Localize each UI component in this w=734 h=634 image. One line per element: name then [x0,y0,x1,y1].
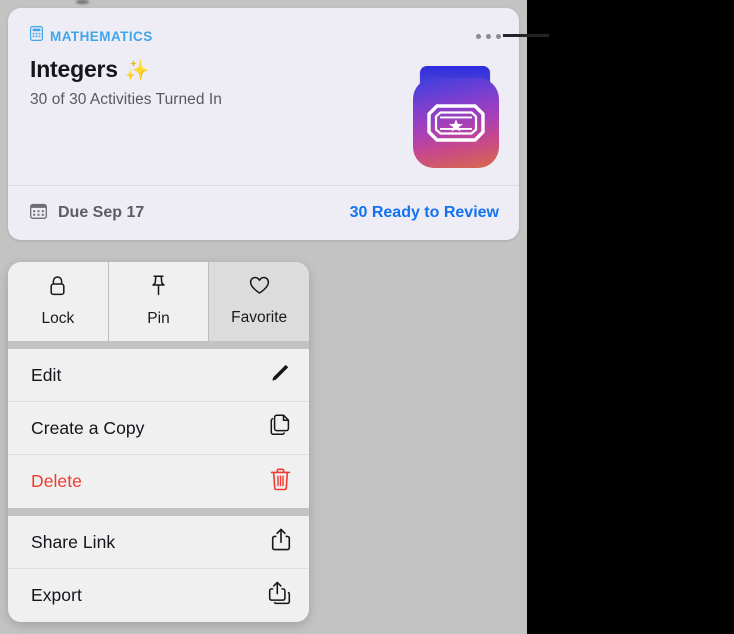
menu-item-create-a-copy[interactable]: Create a Copy [8,402,309,455]
lock-icon [49,275,66,301]
export-icon [268,581,291,610]
assignment-card-body: MATHEMATICS Integers ✨ 30 of 30 Activiti… [8,8,519,185]
ready-to-review-link[interactable]: 30 Ready to Review [350,204,499,222]
clipped-artifact [76,0,89,4]
subject-label: MATHEMATICS [50,28,153,44]
screen: MATHEMATICS Integers ✨ 30 of 30 Activiti… [0,0,734,634]
due-group: Due Sep 17 [30,203,144,224]
quick-actions-row: Lock Pin Favorite [8,262,309,341]
subject-row: MATHEMATICS [30,26,501,46]
context-menu: Lock Pin Favorite Edit Create a Copy Del… [8,262,309,622]
calendar-icon [30,203,47,224]
pencil-icon [269,362,291,389]
ticket-star-app-icon [409,66,501,168]
action-lock-label: Lock [41,310,75,327]
menu-item-edit-label: Edit [31,364,62,385]
due-date-label: Due Sep 17 [58,204,145,221]
action-favorite-label: Favorite [231,309,288,326]
menu-item-edit[interactable]: Edit [8,349,309,402]
menu-group-share: Share Link Export [8,516,309,622]
ellipsis-icon[interactable] [476,34,501,39]
action-pin-label: Pin [147,310,170,327]
menu-item-create-a-copy-label: Create a Copy [31,417,145,438]
action-pin[interactable]: Pin [108,262,209,341]
action-favorite[interactable]: Favorite [209,262,309,341]
assignment-card[interactable]: MATHEMATICS Integers ✨ 30 of 30 Activiti… [8,8,519,240]
menu-item-export-label: Export [31,585,82,605]
menu-item-delete-label: Delete [31,471,82,491]
menu-group-primary: Edit Create a Copy Delete [8,349,309,508]
calculator-icon [30,26,44,46]
heart-icon [249,276,270,300]
duplicate-icon [269,414,291,442]
menu-item-export[interactable]: Export [8,569,309,622]
menu-item-share-link[interactable]: Share Link [8,516,309,569]
trash-icon [270,468,291,496]
action-lock[interactable]: Lock [8,262,108,341]
callout-leader-line [503,34,549,37]
menu-group-separator [8,341,309,349]
sparkles-icon: ✨ [124,60,150,82]
share-icon [271,528,291,556]
menu-group-separator-2 [8,508,309,516]
menu-item-share-link-label: Share Link [31,531,116,552]
page-title: Integers [30,56,118,82]
pin-icon [150,275,167,301]
assignment-card-footer: Due Sep 17 30 Ready to Review [8,186,519,240]
menu-item-delete[interactable]: Delete [8,455,309,508]
app-icon-tile [413,78,499,168]
